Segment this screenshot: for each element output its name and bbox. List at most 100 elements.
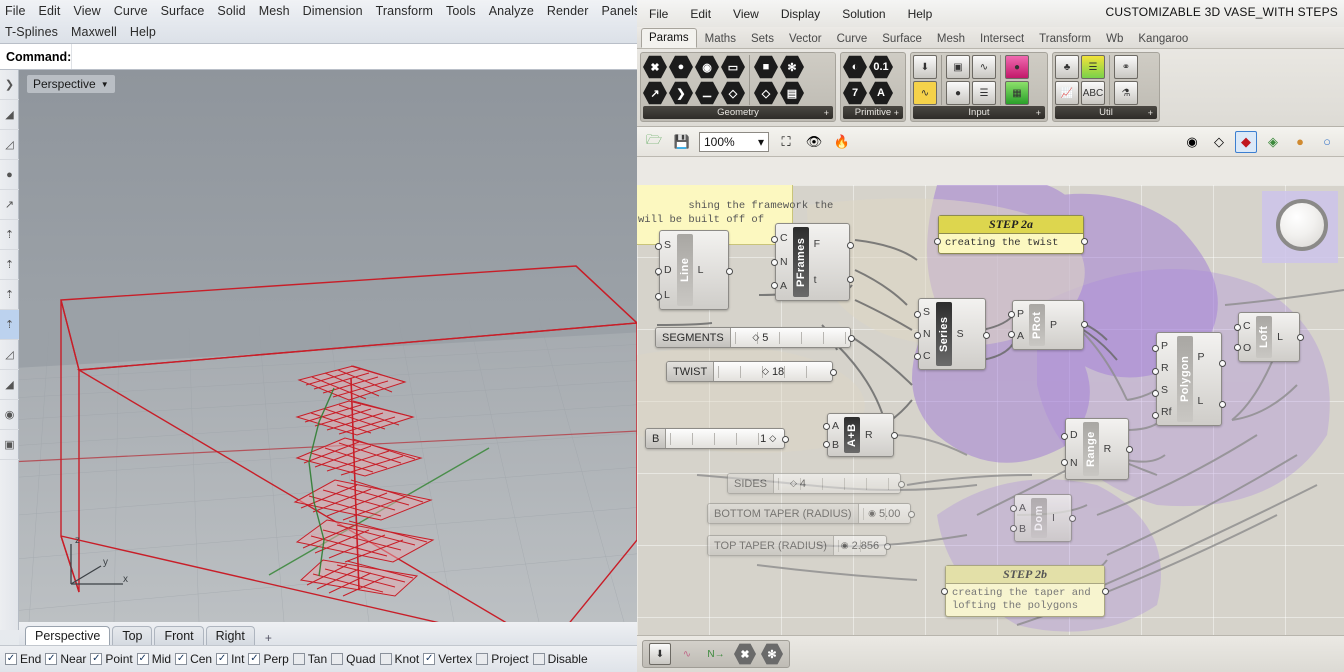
gh-menu-display[interactable]: Display <box>781 7 820 21</box>
gh-canvas[interactable]: shing the framework the will be built of… <box>637 185 1344 635</box>
rhino-menu-analyze[interactable]: Analyze <box>489 4 534 18</box>
slider-sides[interactable]: SIDES ◇ 4 <box>727 473 905 494</box>
node-dom[interactable]: A B Dom I <box>1010 494 1076 542</box>
tool-analyze-icon[interactable]: ▣ <box>0 430 19 460</box>
geo-plane-icon[interactable]: ◇ <box>721 81 745 105</box>
chevron-down-icon[interactable]: ▾ <box>758 135 764 149</box>
geo-brep-icon[interactable]: ◇ <box>754 81 778 105</box>
gh-tab-surface[interactable]: Surface <box>875 29 929 48</box>
tool-surface-icon[interactable]: ◢ <box>0 100 19 130</box>
gh-tab-wb[interactable]: Wb <box>1099 29 1130 48</box>
zoom-extents-icon[interactable]: ⛶ <box>775 131 797 153</box>
slider-top-taper[interactable]: TOP TAPER (RADIUS) ◉ 2.856 <box>707 535 891 556</box>
rhino-menu-solid[interactable]: Solid <box>217 4 245 18</box>
node-range[interactable]: D N Range R <box>1061 418 1133 480</box>
port-out[interactable] <box>1219 360 1226 367</box>
util-tree-icon[interactable]: ♣ <box>1055 55 1079 79</box>
gh-tab-curve[interactable]: Curve <box>830 29 875 48</box>
status-disable-icon[interactable]: ✖ <box>734 643 756 665</box>
status-remap-icon[interactable]: N→ <box>703 643 729 665</box>
checkbox-mid[interactable]: ✓ <box>136 653 149 665</box>
geo-point-icon[interactable]: ✖ <box>643 55 667 79</box>
port-in[interactable] <box>823 423 830 430</box>
port-in[interactable] <box>1061 459 1068 466</box>
node-prot[interactable]: P A PRot P <box>1008 300 1088 350</box>
input-graph-icon[interactable]: ∿ <box>913 81 937 105</box>
note-step2b[interactable]: STEP 2b creating the taper and lofting t… <box>941 565 1109 617</box>
input-colour-icon[interactable]: ▦ <box>1005 81 1029 105</box>
osnap-point[interactable]: ✓ Point <box>90 652 133 666</box>
rhino-menu-dimension[interactable]: Dimension <box>303 4 363 18</box>
port-out[interactable] <box>830 369 837 376</box>
checkbox-tan[interactable] <box>292 653 305 665</box>
port-in[interactable] <box>934 238 941 245</box>
port-out[interactable] <box>1126 446 1133 453</box>
port-in[interactable] <box>941 588 948 595</box>
tool-polyline-icon[interactable]: ↗ <box>0 190 19 220</box>
transparency-icon[interactable]: ○ <box>1316 131 1338 153</box>
osnap-vertex[interactable]: ✓ Vertex <box>423 652 472 666</box>
prim-integer-icon[interactable]: 0.1 <box>869 55 893 79</box>
slider-segments-track[interactable]: ◇ 5 <box>731 328 850 347</box>
gh-menu-file[interactable]: File <box>649 7 668 21</box>
checkbox-int[interactable]: ✓ <box>216 653 229 665</box>
input-slider-icon[interactable]: ⬇ <box>913 55 937 79</box>
add-viewport-icon[interactable]: + <box>257 631 280 645</box>
port-in[interactable] <box>914 353 921 360</box>
perspective-viewport[interactable]: Perspective ▼ z y x <box>19 70 637 622</box>
slider-bottom-taper[interactable]: BOTTOM TAPER (RADIUS) ◉ 5.00 <box>707 503 915 524</box>
gh-menu-solution[interactable]: Solution <box>842 7 885 21</box>
osnap-cen[interactable]: ✓ Cen <box>175 652 212 666</box>
util-abc-icon[interactable]: ABC <box>1081 81 1105 105</box>
port-out[interactable] <box>782 436 789 443</box>
prim-boolean-icon[interactable]: ◐ <box>843 55 867 79</box>
port-out[interactable] <box>847 276 854 283</box>
slider-handle-icon[interactable]: ◇ <box>762 366 769 377</box>
slider-handle-icon[interactable]: ◇ <box>769 433 776 444</box>
status-slider-icon[interactable]: ⬇ <box>649 643 671 665</box>
checkbox-point[interactable]: ✓ <box>90 653 103 665</box>
gh-tab-kangaroo[interactable]: Kangaroo <box>1131 29 1195 48</box>
slider-sides-track[interactable]: ◇ 4 <box>774 474 900 493</box>
rhino-menu-view[interactable]: View <box>74 4 101 18</box>
ribbon-expander-primitive-icon[interactable]: + <box>894 108 899 118</box>
gh-tab-maths[interactable]: Maths <box>698 29 743 48</box>
port-in[interactable] <box>771 259 778 266</box>
osnap-project[interactable]: Project <box>476 652 529 666</box>
osnap-mid[interactable]: ✓ Mid <box>136 652 171 666</box>
port-out[interactable] <box>847 242 854 249</box>
ribbon-expander-input-icon[interactable]: + <box>1036 108 1041 118</box>
rhino-menu-maxwell[interactable]: Maxwell <box>71 25 117 39</box>
osnap-tan[interactable]: Tan <box>292 652 327 666</box>
node-line[interactable]: S D L Line L <box>655 230 733 310</box>
gh-menu-help[interactable]: Help <box>908 7 933 21</box>
port-in[interactable] <box>823 441 830 448</box>
slider-top-taper-track[interactable]: ◉ 2.856 <box>834 536 886 555</box>
viewport-title-tab[interactable]: Perspective ▼ <box>27 75 115 93</box>
node-pframes[interactable]: C N A PFrames F t <box>771 223 854 301</box>
osnap-perp[interactable]: ✓ Perp <box>248 652 289 666</box>
rhino-menu-edit[interactable]: Edit <box>39 4 61 18</box>
prim-text-icon[interactable]: A <box>869 81 893 105</box>
chevron-down-icon[interactable]: ▼ <box>101 80 109 89</box>
port-out[interactable] <box>848 335 855 342</box>
slider-b[interactable]: B 1 ◇ <box>645 428 789 449</box>
wireframe-preview-icon[interactable]: ◇ <box>1208 131 1230 153</box>
viewport-tab-perspective[interactable]: Perspective <box>25 626 111 645</box>
gh-tab-transform[interactable]: Transform <box>1032 29 1098 48</box>
util-chart-icon[interactable]: 📈 <box>1055 81 1079 105</box>
port-in[interactable] <box>1152 368 1159 375</box>
viewport-tab-right[interactable]: Right <box>205 626 255 645</box>
gh-menu-edit[interactable]: Edit <box>690 7 711 21</box>
port-in[interactable] <box>771 236 778 243</box>
port-in[interactable] <box>1008 311 1015 318</box>
port-in[interactable] <box>1008 331 1015 338</box>
checkbox-vertex[interactable]: ✓ <box>423 653 436 665</box>
tool-box-icon[interactable]: ⇡ <box>0 250 19 280</box>
geo-group-icon[interactable]: ▤ <box>780 81 804 105</box>
tool-render-icon[interactable]: ◉ <box>0 400 19 430</box>
input-panel-icon[interactable]: ∿ <box>972 55 996 79</box>
open-file-icon[interactable]: 🗁 <box>643 131 665 153</box>
rhino-menu-tools[interactable]: Tools <box>446 4 476 18</box>
slider-handle-icon[interactable]: ◉ <box>868 508 876 519</box>
